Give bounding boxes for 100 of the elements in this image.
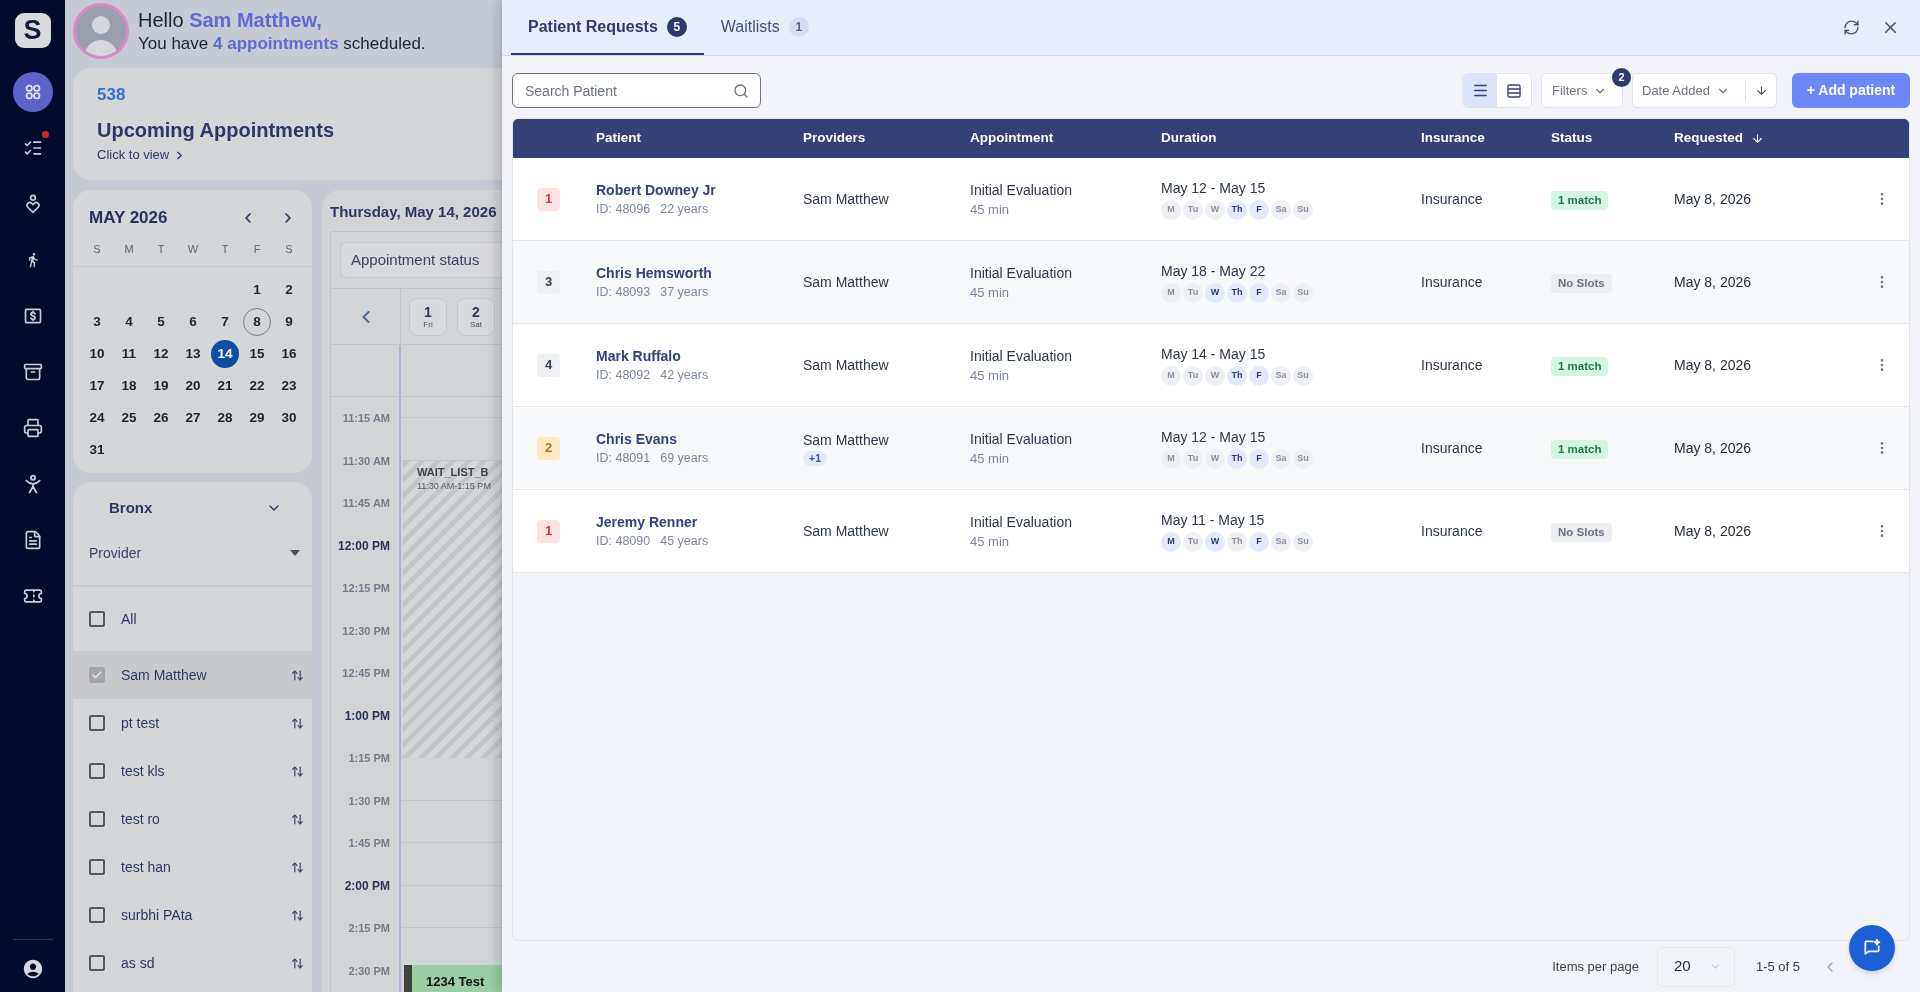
reorder-icon[interactable]: [291, 956, 304, 970]
calendar-month: MAY 2026: [89, 207, 168, 230]
column-header[interactable]: Appointment: [970, 128, 1054, 149]
view-toggle-button[interactable]: [1463, 74, 1497, 107]
provider-row[interactable]: test han: [73, 843, 312, 891]
checkbox[interactable]: [89, 667, 105, 683]
calendar-day[interactable]: 20: [179, 372, 207, 400]
calendar-day[interactable]: 7: [211, 308, 239, 336]
table-row[interactable]: 4 Mark Ruffalo ID: 48092 42 years Sam Matthew Initial Evaluation 45 min May 14 - May 15 M Tu W Th F Sa Su Insurance 1 match May 8, 2026: [513, 324, 1909, 407]
calendar-day[interactable]: 1: [243, 276, 271, 304]
calendar-day[interactable]: 12: [147, 340, 175, 368]
provider-row[interactable]: Sam Matthew: [73, 651, 312, 699]
column-header[interactable]: Duration: [1161, 128, 1217, 149]
tab[interactable]: Patient Requests 5: [511, 0, 704, 55]
table-row[interactable]: 1 Jeremy Renner ID: 48090 45 years Sam Matthew Initial Evaluation 45 min May 11 - May 15 M Tu W Th F Sa Su Insurance No Slots May 8, 2026: [513, 490, 1909, 573]
calendar-day[interactable]: 2: [275, 276, 303, 304]
click-to-view-link[interactable]: Click to view: [97, 146, 170, 164]
reorder-icon[interactable]: [291, 908, 304, 922]
calendar-day[interactable]: 23: [275, 372, 303, 400]
calendar-day[interactable]: 4: [115, 308, 143, 336]
appointment-event[interactable]: 1234 Test: [404, 964, 502, 992]
location-dropdown[interactable]: Bronx: [73, 496, 312, 520]
calendar-day[interactable]: 17: [83, 372, 111, 400]
upcoming-appointments-card[interactable]: 538 Upcoming Appointments Click to view: [73, 68, 502, 180]
column-header[interactable]: Insurance: [1421, 128, 1485, 149]
reorder-icon[interactable]: [291, 716, 304, 730]
calendar-day[interactable]: 15: [243, 340, 271, 368]
calendar-day[interactable]: 27: [179, 404, 207, 432]
time-label: 11:30 AM: [342, 453, 390, 469]
calendar-day[interactable]: 18: [115, 372, 143, 400]
tab[interactable]: Waitlists 1: [703, 0, 826, 55]
calendar-day[interactable]: 10: [83, 340, 111, 368]
provider-filter-dropdown[interactable]: Provider: [73, 541, 312, 565]
chat-button[interactable]: [1849, 925, 1895, 971]
calendar-day[interactable]: 26: [147, 404, 175, 432]
search-field[interactable]: Search Patient: [512, 73, 761, 108]
checkbox[interactable]: [89, 611, 105, 627]
calendar-day[interactable]: 28: [211, 404, 239, 432]
blocked-time-event[interactable]: WAIT_LIST_B 11:30 AM-1:15 PM: [403, 460, 502, 759]
patient-name[interactable]: Robert Downey Jr: [596, 179, 803, 200]
calendar-day[interactable]: 29: [243, 404, 271, 432]
calendar-day[interactable]: 16: [275, 340, 303, 368]
provider-row[interactable]: as sd: [73, 939, 312, 987]
table-row[interactable]: 2 Chris Evans ID: 48091 69 years Sam Matthew +1 Initial Evaluation 45 min May 12 - May 15 M Tu W Th F Sa Su Insurance 1 match May 8, 2026: [513, 407, 1909, 490]
provider-row[interactable]: surbhi PAta: [73, 891, 312, 939]
patient-age: 69 years: [660, 449, 709, 467]
more-providers-badge[interactable]: +1: [803, 451, 827, 466]
calendar-day[interactable]: 22: [243, 372, 271, 400]
count-badge: 5: [666, 16, 687, 37]
calendar-day[interactable]: 19: [147, 372, 175, 400]
checkbox[interactable]: [89, 763, 105, 779]
checkbox[interactable]: [89, 811, 105, 827]
user-avatar-icon[interactable]: [21, 958, 44, 980]
patient-name[interactable]: Mark Ruffalo: [596, 345, 803, 366]
time-label: 1:15 PM: [348, 751, 390, 766]
provider-row[interactable]: All: [73, 587, 312, 651]
reorder-icon[interactable]: [291, 812, 304, 826]
provider-row[interactable]: test ro: [73, 795, 312, 843]
checkbox[interactable]: [89, 715, 105, 731]
appointment-status-dropdown[interactable]: Appointment status: [340, 242, 502, 278]
column-header[interactable]: Status: [1551, 128, 1593, 149]
checkbox[interactable]: [89, 907, 105, 923]
provider-row[interactable]: test kls: [73, 747, 312, 795]
patient-name[interactable]: Chris Hemsworth: [596, 262, 803, 283]
sort-field-dropdown[interactable]: Date Added: [1633, 74, 1745, 107]
time-label: 2:00 PM: [344, 877, 390, 895]
day-tile[interactable]: 1 Fri: [409, 297, 447, 336]
calendar-day[interactable]: 21: [211, 372, 239, 400]
calendar-day[interactable]: 31: [83, 436, 111, 464]
patient-name[interactable]: Chris Evans: [596, 428, 803, 449]
table-row[interactable]: 3 Chris Hemsworth ID: 48093 37 years Sam Matthew Initial Evaluation 45 min May 18 - May 22 M Tu W Th F Sa Su Insurance No Slots May 8, 2026: [513, 241, 1909, 324]
provider-row[interactable]: pt test: [73, 699, 312, 747]
calendar-day[interactable]: 25: [115, 404, 143, 432]
app-logo[interactable]: S: [14, 13, 51, 48]
patient-name[interactable]: Jeremy Renner: [596, 511, 803, 532]
calendar-day[interactable]: 13: [179, 340, 207, 368]
table-row[interactable]: 1 Robert Downey Jr ID: 48096 22 years Sam Matthew Initial Evaluation 45 min May 12 - May 15 M Tu W Th F Sa Su Insurance 1 match May 8, 2026: [513, 158, 1909, 241]
checkbox[interactable]: [89, 955, 105, 971]
calendar-day[interactable]: 14: [211, 340, 239, 368]
column-header[interactable]: Requested: [1674, 128, 1744, 149]
provider-name: Sam Matthew: [803, 190, 889, 209]
calendar-day[interactable]: 9: [275, 308, 303, 336]
nav-button[interactable]: [12, 72, 53, 112]
reorder-icon[interactable]: [291, 668, 304, 682]
reorder-icon[interactable]: [291, 764, 304, 778]
column-header[interactable]: Patient: [596, 128, 641, 149]
page-size-select[interactable]: 20: [1656, 946, 1735, 987]
refresh-icon[interactable]: [1843, 19, 1860, 36]
checkbox[interactable]: [89, 859, 105, 875]
calendar-day[interactable]: 6: [179, 308, 207, 336]
day-tile[interactable]: 2 Sat: [457, 297, 495, 336]
calendar-day[interactable]: 5: [147, 308, 175, 336]
reorder-icon[interactable]: [291, 860, 304, 874]
calendar-day[interactable]: 24: [83, 404, 111, 432]
calendar-day[interactable]: 11: [115, 340, 143, 368]
calendar-day[interactable]: 3: [83, 308, 111, 336]
calendar-day[interactable]: 30: [275, 404, 303, 432]
time-label: 11:45 AM: [342, 496, 390, 511]
sort-arrow-icon[interactable]: [1751, 132, 1765, 145]
column-header[interactable]: Providers: [803, 128, 866, 149]
